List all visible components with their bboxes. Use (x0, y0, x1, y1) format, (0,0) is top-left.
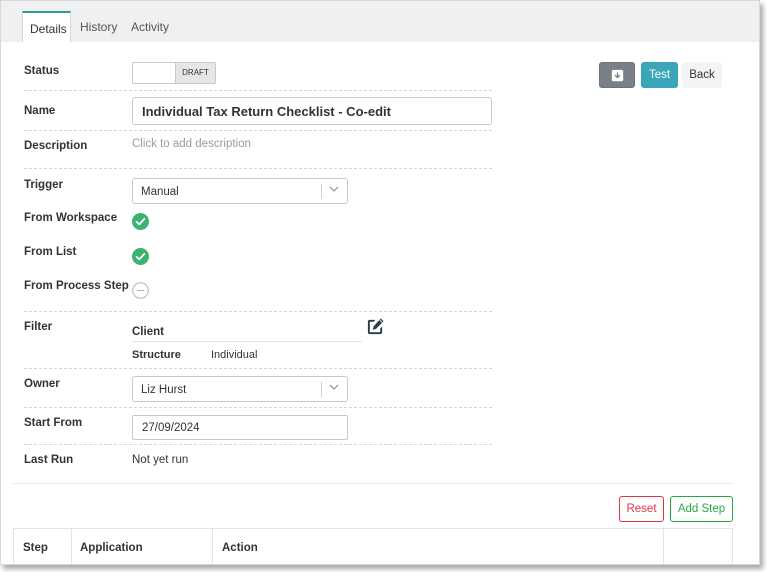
trigger-select[interactable]: Manual (132, 178, 348, 204)
reset-button[interactable]: Reset (619, 496, 664, 522)
column-header-step: Step (14, 529, 72, 564)
test-button[interactable]: Test (641, 62, 678, 88)
back-button[interactable]: Back (682, 62, 722, 88)
owner-select[interactable]: Liz Hurst (132, 376, 348, 402)
edit-icon[interactable] (366, 317, 385, 336)
section-divider (13, 483, 733, 484)
start-date-input[interactable]: 27/09/2024 (132, 415, 348, 440)
column-header-blank (664, 529, 734, 564)
details-panel: Status DRAFT Name Individual Tax Return … (1, 42, 759, 564)
trigger-select-value: Manual (141, 186, 179, 198)
from-process-step-label: From Process Step (24, 280, 129, 292)
divider (24, 311, 492, 312)
check-circle-icon[interactable] (132, 213, 149, 230)
filter-structure-label: Structure (132, 349, 181, 361)
chevron-down-icon (329, 384, 339, 390)
column-header-action: Action (213, 529, 664, 564)
owner-select-value: Liz Hurst (141, 384, 187, 396)
status-label: Status (24, 65, 60, 77)
last-run-value: Not yet run (132, 454, 189, 466)
unchecked-circle-icon[interactable] (132, 282, 149, 299)
archive-button[interactable] (599, 62, 635, 88)
divider (24, 168, 492, 169)
divider (24, 90, 492, 91)
name-label: Name (24, 105, 56, 117)
filter-structure-value: Individual (211, 349, 258, 361)
filter-underline (132, 341, 362, 342)
owner-label: Owner (24, 378, 60, 390)
steps-table: Step Application Action (13, 528, 734, 564)
name-input[interactable]: Individual Tax Return Checklist - Co-edi… (132, 97, 492, 125)
filter-label: Filter (24, 321, 53, 333)
filter-entity: Client (132, 326, 164, 338)
trigger-label: Trigger (24, 179, 63, 191)
last-run-label: Last Run (24, 454, 74, 466)
tab-history[interactable]: History (80, 11, 124, 42)
divider (24, 368, 492, 369)
tab-activity[interactable]: Activity (131, 11, 179, 42)
from-list-label: From List (24, 246, 77, 258)
check-circle-icon[interactable] (132, 248, 149, 265)
status-toggle-state: DRAFT (175, 63, 215, 83)
divider (24, 407, 492, 408)
chevron-down-icon (329, 186, 339, 192)
divider (24, 444, 492, 445)
column-header-application: Application (72, 529, 213, 564)
archive-box-icon (611, 69, 623, 82)
process-editor-window: Details History Activity Status DRAFT Na… (0, 0, 760, 565)
from-workspace-label: From Workspace (24, 212, 118, 224)
select-separator (321, 382, 322, 397)
tab-bar: Details History Activity (1, 1, 759, 42)
start-from-label: Start From (24, 417, 83, 429)
add-step-button[interactable]: Add Step (670, 496, 733, 522)
description-placeholder[interactable]: Click to add description (132, 138, 251, 150)
divider (24, 130, 492, 131)
description-label: Description (24, 140, 88, 152)
select-separator (321, 184, 322, 199)
tab-details[interactable]: Details (22, 11, 71, 42)
status-toggle[interactable]: DRAFT (132, 62, 216, 84)
